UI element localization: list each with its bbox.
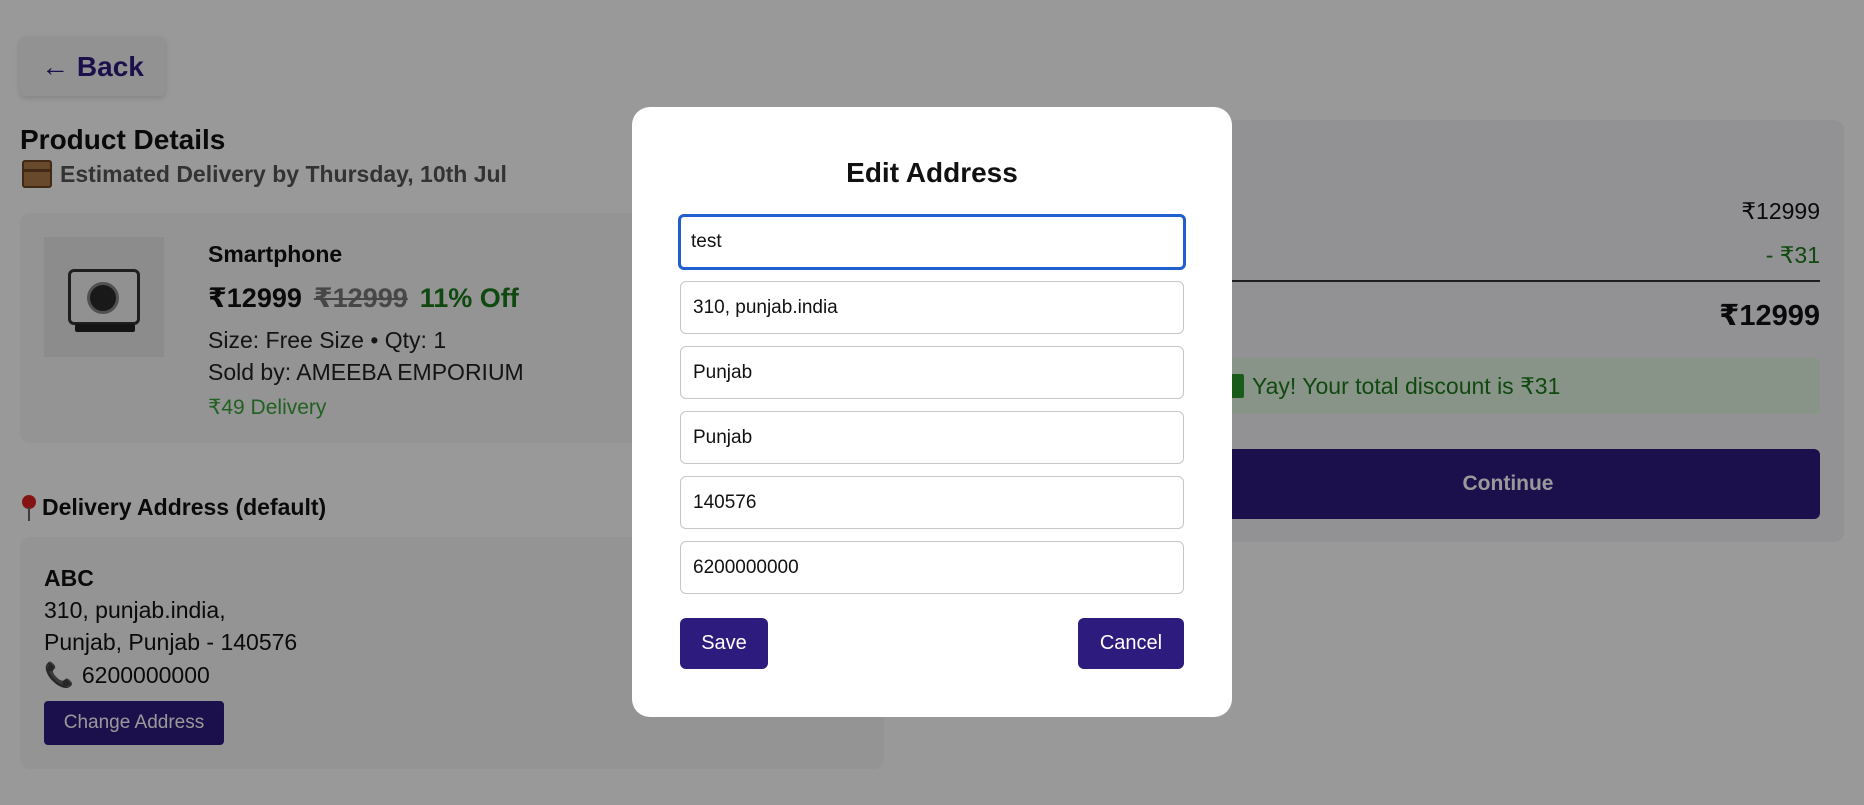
modal-title: Edit Address <box>846 157 1018 188</box>
address-field[interactable] <box>680 281 1184 334</box>
city-field[interactable] <box>680 346 1184 399</box>
cancel-button[interactable]: Cancel <box>1078 618 1184 669</box>
phone-field[interactable] <box>680 541 1184 594</box>
save-button[interactable]: Save <box>680 618 768 669</box>
edit-address-modal: Edit Address Save Cancel <box>632 107 1232 717</box>
state-field[interactable] <box>680 411 1184 464</box>
name-field[interactable] <box>678 214 1186 270</box>
pincode-field[interactable] <box>680 476 1184 529</box>
